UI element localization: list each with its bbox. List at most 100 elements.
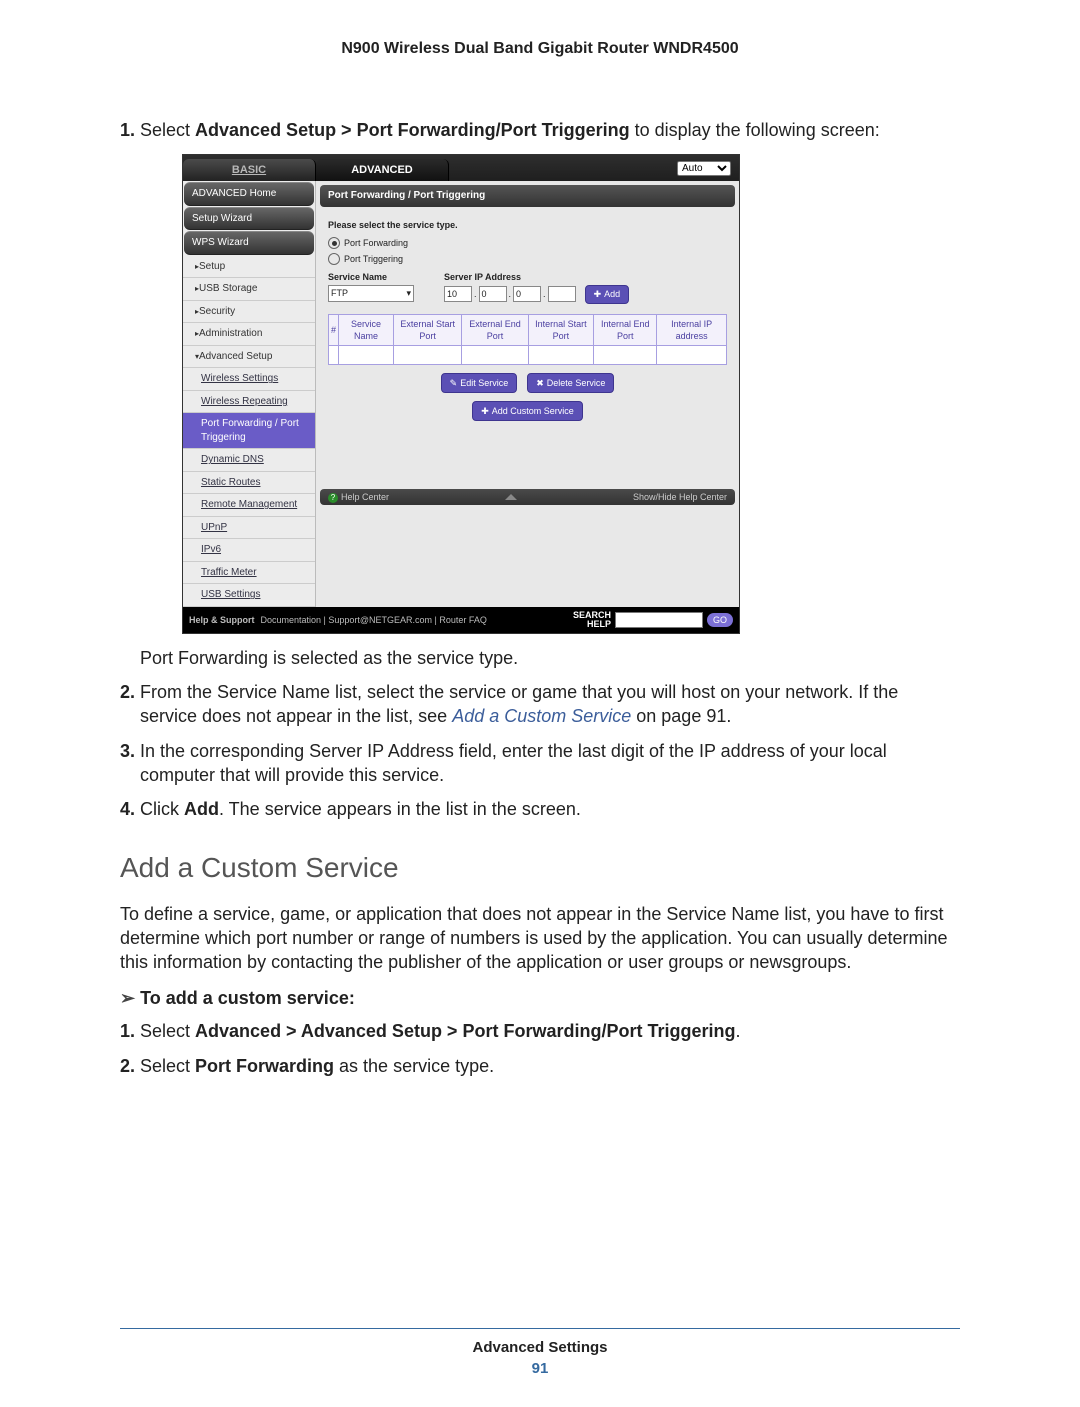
- sidebar-traffic-meter[interactable]: Traffic Meter: [183, 562, 315, 585]
- edit-service-button[interactable]: Edit Service: [441, 373, 518, 393]
- footer-section-name: Advanced Settings: [120, 1339, 960, 1356]
- step-1: Select Advanced Setup > Port Forwarding/…: [140, 118, 960, 670]
- step1-path: Advanced Setup > Port Forwarding/Port Tr…: [195, 120, 630, 140]
- chevron-up-icon[interactable]: [505, 494, 517, 500]
- b-step1-post: .: [735, 1021, 740, 1041]
- step4-bold: Add: [184, 799, 219, 819]
- instruction-list-b: Select Advanced > Advanced Setup > Port …: [120, 1019, 960, 1078]
- col-service-name: Service Name: [339, 314, 394, 345]
- step1-post: to display the following screen:: [630, 120, 880, 140]
- language-selector[interactable]: Auto: [677, 161, 731, 176]
- footer-bar: Help & Support Documentation | Support@N…: [183, 607, 739, 633]
- top-spacer: [449, 155, 669, 181]
- server-ip-row: 10. 0. 0. Add: [444, 285, 629, 303]
- sidebar-upnp[interactable]: UPnP: [183, 517, 315, 540]
- help-center-bar: Help Center Show/Hide Help Center: [320, 489, 735, 505]
- b-step2-post: as the service type.: [334, 1056, 494, 1076]
- add-button[interactable]: Add: [585, 285, 630, 303]
- service-name-value: FTP: [331, 287, 348, 299]
- page-number: 91: [120, 1360, 960, 1377]
- col-int-start: Internal Start Port: [528, 314, 593, 345]
- col-int-end: Internal End Port: [594, 314, 657, 345]
- radio-pt-label: Port Triggering: [344, 253, 403, 265]
- document-page: N900 Wireless Dual Band Gigabit Router W…: [0, 0, 1080, 1407]
- radio-pf-label: Port Forwarding: [344, 237, 408, 249]
- ip-dot: .: [543, 288, 546, 300]
- show-hide-help-link[interactable]: Show/Hide Help Center: [633, 491, 727, 503]
- language-selector-wrap: Auto: [669, 155, 739, 181]
- server-ip-col: Server IP Address 10. 0. 0. Add: [444, 271, 629, 303]
- sidebar-ddns[interactable]: Dynamic DNS: [183, 449, 315, 472]
- sidebar: ADVANCED Home Setup Wizard WPS Wizard Se…: [183, 181, 316, 607]
- section-heading: Add a Custom Service: [120, 852, 960, 884]
- col-ext-start: External Start Port: [393, 314, 461, 345]
- radio-port-forwarding[interactable]: Port Forwarding: [328, 237, 727, 249]
- service-type-prompt: Please select the service type.: [328, 219, 727, 231]
- search-input[interactable]: [615, 612, 703, 628]
- footer-links[interactable]: Documentation | Support@NETGEAR.com | Ro…: [261, 614, 487, 626]
- sidebar-setup[interactable]: Setup: [183, 256, 315, 279]
- table-row: [329, 345, 727, 364]
- service-fields-row: Service Name FTP Server IP Address 10. 0…: [328, 271, 727, 303]
- sidebar-remote-mgmt[interactable]: Remote Management: [183, 494, 315, 517]
- sidebar-usb-settings[interactable]: USB Settings: [183, 584, 315, 607]
- sidebar-wireless-settings[interactable]: Wireless Settings: [183, 368, 315, 391]
- sidebar-security[interactable]: Security: [183, 301, 315, 324]
- document-title: N900 Wireless Dual Band Gigabit Router W…: [120, 40, 960, 58]
- b-step-2: Select Port Forwarding as the service ty…: [140, 1054, 960, 1078]
- add-custom-service-button[interactable]: Add Custom Service: [472, 401, 583, 421]
- delete-service-button[interactable]: Delete Service: [527, 373, 614, 393]
- sidebar-setup-wizard[interactable]: Setup Wizard: [184, 207, 314, 231]
- instruction-list-a: Select Advanced Setup > Port Forwarding/…: [120, 118, 960, 822]
- sidebar-home[interactable]: ADVANCED Home: [184, 182, 314, 206]
- sidebar-admin[interactable]: Administration: [183, 323, 315, 346]
- sidebar-usb[interactable]: USB Storage: [183, 278, 315, 301]
- router-admin-screenshot: BASIC ADVANCED Auto ADVANCED Home Setup …: [182, 154, 740, 634]
- col-num: #: [329, 314, 339, 345]
- col-ext-end: External End Port: [462, 314, 528, 345]
- sidebar-advanced-setup[interactable]: Advanced Setup: [183, 346, 315, 369]
- ip-octet-2[interactable]: 0: [479, 286, 507, 302]
- tab-basic[interactable]: BASIC: [183, 159, 316, 181]
- b-step2-pre: Select: [140, 1056, 195, 1076]
- step-3: In the corresponding Server IP Address f…: [140, 739, 960, 788]
- step4-post: . The service appears in the list in the…: [219, 799, 581, 819]
- b-step2-bold: Port Forwarding: [195, 1056, 334, 1076]
- content-body: Please select the service type. Port For…: [316, 211, 739, 429]
- ip-octet-1[interactable]: 10: [444, 286, 472, 302]
- radio-icon: [328, 237, 340, 249]
- sidebar-port-forwarding[interactable]: Port Forwarding / Port Triggering: [183, 413, 315, 449]
- service-name-dropdown[interactable]: FTP: [328, 285, 414, 301]
- table-header-row: # Service Name External Start Port Exter…: [329, 314, 727, 345]
- port-table: # Service Name External Start Port Exter…: [328, 314, 727, 365]
- step1-after-screenshot: Port Forwarding is selected as the servi…: [140, 646, 960, 670]
- ip-dot: .: [509, 288, 512, 300]
- help-support-label: Help & Support: [189, 614, 255, 626]
- help-center-label[interactable]: Help Center: [328, 491, 389, 503]
- step4-pre: Click: [140, 799, 184, 819]
- ip-dot: .: [474, 288, 477, 300]
- ip-octet-4[interactable]: [548, 286, 576, 302]
- content-heading: Port Forwarding / Port Triggering: [320, 185, 735, 207]
- task-heading: To add a custom service:: [120, 988, 960, 1009]
- radio-port-triggering[interactable]: Port Triggering: [328, 253, 727, 265]
- step2-post: on page 91.: [631, 706, 731, 726]
- service-name-label: Service Name: [328, 271, 414, 283]
- content-panel: Port Forwarding / Port Triggering Please…: [316, 181, 739, 607]
- step-2: From the Service Name list, select the s…: [140, 680, 960, 729]
- sidebar-static-routes[interactable]: Static Routes: [183, 472, 315, 495]
- ip-octet-3[interactable]: 0: [513, 286, 541, 302]
- tab-advanced[interactable]: ADVANCED: [316, 159, 449, 181]
- go-button[interactable]: GO: [707, 613, 733, 627]
- sidebar-wps-wizard[interactable]: WPS Wizard: [184, 231, 314, 255]
- server-ip-label: Server IP Address: [444, 271, 629, 283]
- sidebar-ipv6[interactable]: IPv6: [183, 539, 315, 562]
- main-layout: ADVANCED Home Setup Wizard WPS Wizard Se…: [183, 181, 739, 607]
- edit-delete-row: Edit Service Delete Service: [328, 373, 727, 393]
- add-custom-service-link[interactable]: Add a Custom Service: [452, 706, 631, 726]
- search-label-2: HELP: [573, 620, 611, 629]
- footer-rule: [120, 1328, 960, 1329]
- b-step-1: Select Advanced > Advanced Setup > Port …: [140, 1019, 960, 1043]
- step-4: Click Add. The service appears in the li…: [140, 797, 960, 821]
- sidebar-wireless-repeating[interactable]: Wireless Repeating: [183, 391, 315, 414]
